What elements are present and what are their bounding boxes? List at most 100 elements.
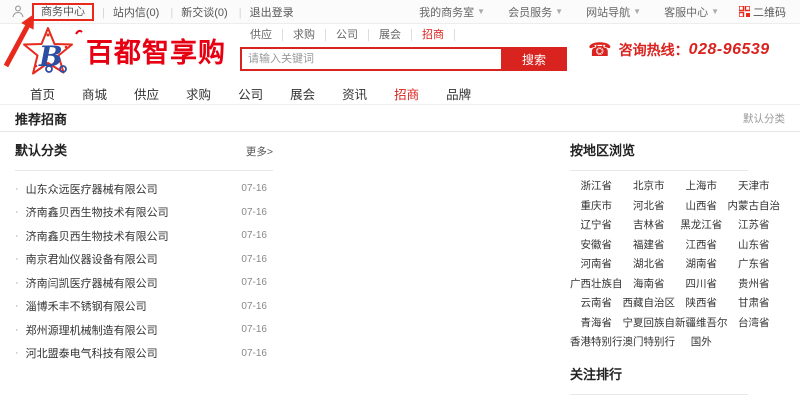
list-item: · 郑州源理机械制造有限公司 07-16	[15, 318, 273, 342]
region-link[interactable]: 海南省	[633, 278, 665, 291]
more-link[interactable]: 更多>	[246, 144, 273, 159]
hotline-label: 咨询热线：	[618, 42, 689, 58]
region-link[interactable]: 四川省	[686, 278, 718, 291]
region-link[interactable]: 宁夏回族自	[623, 317, 676, 330]
company-link[interactable]: 淄博禾丰不锈钢有限公司	[26, 298, 242, 314]
company-date: 07-16	[241, 324, 267, 336]
nav-item[interactable]: 招商	[394, 84, 419, 103]
region-link[interactable]: 河南省	[581, 258, 613, 271]
region-link[interactable]: 澳门特别行	[623, 336, 676, 349]
company-link[interactable]: 济南鑫贝西生物技术有限公司	[26, 228, 242, 244]
bullet-icon: ·	[15, 300, 19, 313]
region-link[interactable]: 国外	[691, 336, 712, 349]
region-link[interactable]: 黑龙江省	[680, 219, 722, 232]
company-link[interactable]: 郑州源理机械制造有限公司	[26, 322, 242, 338]
bullet-icon: ·	[15, 182, 19, 195]
region-link[interactable]: 新疆维吾尔	[675, 317, 728, 330]
topbar-dropdown[interactable]: 会员服务 ▼	[508, 4, 563, 20]
company-panel-header: 默认分类 更多>	[15, 140, 273, 171]
company-link[interactable]: 南京君灿仪器设备有限公司	[26, 251, 242, 267]
region-link[interactable]: 河北省	[633, 200, 665, 213]
topbar-link[interactable]: 新交谈(0)	[181, 7, 227, 19]
quick-link[interactable]: 公司	[326, 29, 369, 41]
region-link[interactable]: 湖北省	[633, 258, 665, 271]
chevron-down-icon: ▼	[633, 7, 642, 16]
region-link[interactable]: 吉林省	[633, 219, 665, 232]
nav-item[interactable]: 首页	[30, 84, 55, 103]
region-link[interactable]: 上海市	[686, 180, 718, 193]
region-link[interactable]: 山西省	[686, 200, 718, 213]
nav-item[interactable]: 展会	[290, 84, 315, 103]
list-item: · 山东众远医疗器械有限公司 07-16	[15, 177, 273, 201]
quick-link[interactable]: 求购	[283, 29, 326, 41]
company-link[interactable]: 济南闫凯医疗器械有限公司	[26, 275, 242, 291]
region-panel-header: 按地区浏览	[570, 140, 748, 171]
topbar-dropdown[interactable]: 网站导航 ▼	[586, 4, 641, 20]
region-link[interactable]: 辽宁省	[581, 219, 613, 232]
topbar-qr-link[interactable]: 二维码	[739, 4, 786, 20]
company-date: 07-16	[241, 300, 267, 312]
search-button[interactable]: 搜索	[501, 47, 567, 71]
region-link[interactable]: 湖南省	[686, 258, 718, 271]
region-link[interactable]: 西藏自治区	[623, 297, 676, 310]
nav-item[interactable]: 供应	[134, 84, 159, 103]
nav-item[interactable]: 资讯	[342, 84, 367, 103]
region-panel-title: 按地区浏览	[570, 143, 636, 158]
annotation-arrow	[3, 14, 35, 68]
list-item: · 济南鑫贝西生物技术有限公司 07-16	[15, 224, 273, 248]
company-link[interactable]: 河北盟泰电气科技有限公司	[26, 345, 242, 361]
nav-divider	[0, 104, 800, 105]
nav-item[interactable]: 商城	[82, 84, 107, 103]
region-link[interactable]: 北京市	[633, 180, 665, 193]
region-link[interactable]: 江苏省	[738, 219, 770, 232]
region-link[interactable]: 山东省	[738, 239, 770, 252]
region-grid: 浙江省 北京市 上海市 天津市 重庆市 河北省 山西省 内蒙古自治 辽宁省 吉林…	[570, 180, 780, 349]
divider: |	[102, 6, 105, 19]
topbar-link[interactable]: 退出登录	[250, 7, 294, 19]
quick-link[interactable]: 展会	[369, 29, 412, 41]
bullet-icon: ·	[15, 347, 19, 360]
topbar-dropdown[interactable]: 我的商务室 ▼	[419, 4, 485, 20]
search-input[interactable]	[240, 47, 501, 71]
company-panel-title: 默认分类	[15, 143, 68, 158]
region-link[interactable]: 内蒙古自治	[728, 200, 781, 213]
region-link[interactable]: 云南省	[581, 297, 613, 310]
region-link[interactable]: 江西省	[686, 239, 718, 252]
divider: |	[238, 6, 242, 19]
company-link[interactable]: 济南鑫贝西生物技术有限公司	[26, 204, 242, 220]
region-link[interactable]: 台湾省	[738, 317, 770, 330]
company-panel: 默认分类 更多> · 山东众远医疗器械有限公司 07-16 · 济南鑫贝西生物技…	[15, 140, 273, 365]
region-link[interactable]: 广东省	[738, 258, 770, 271]
company-date: 07-16	[241, 277, 267, 289]
quick-link[interactable]: 供应	[240, 29, 283, 41]
topbar-dropdown[interactable]: 客服中心 ▼	[664, 4, 719, 20]
site-logo[interactable]: B 百都智享购	[22, 26, 226, 78]
topbar-link-business-center[interactable]: 商务中心	[41, 6, 85, 18]
company-link[interactable]: 山东众远医疗器械有限公司	[26, 181, 242, 197]
region-link[interactable]: 浙江省	[581, 180, 613, 193]
list-item: · 济南闫凯医疗器械有限公司 07-16	[15, 271, 273, 295]
nav-item[interactable]: 品牌	[446, 84, 471, 103]
region-link[interactable]: 贵州省	[738, 278, 770, 291]
logo-text: 百都智享购	[86, 38, 226, 68]
region-link[interactable]: 安徽省	[581, 239, 613, 252]
hotline-number: 028-96539	[688, 41, 770, 58]
quick-link[interactable]: 招商	[412, 29, 455, 41]
company-date: 07-16	[241, 206, 267, 218]
region-link[interactable]: 天津市	[738, 180, 770, 193]
region-link[interactable]: 甘肃省	[738, 297, 770, 310]
section-header: 推荐招商 默认分类	[15, 106, 785, 131]
region-link[interactable]: 青海省	[581, 317, 613, 330]
region-link[interactable]: 香港特别行	[570, 336, 623, 349]
region-link[interactable]: 广西壮族自	[570, 278, 623, 291]
list-item: · 济南鑫贝西生物技术有限公司 07-16	[15, 201, 273, 225]
nav-item[interactable]: 求购	[186, 84, 211, 103]
topbar-link[interactable]: 站内信(0)	[113, 7, 159, 19]
region-link[interactable]: 福建省	[633, 239, 665, 252]
region-link[interactable]: 重庆市	[581, 200, 613, 213]
company-date: 07-16	[241, 230, 267, 242]
section-filter-label[interactable]: 默认分类	[743, 111, 785, 126]
header: B 百都智享购 供应 求购 公司 展会 招商 搜索 ☎ 咨询热线： 028-96…	[0, 24, 800, 82]
region-link[interactable]: 陕西省	[686, 297, 718, 310]
nav-item[interactable]: 公司	[238, 84, 263, 103]
